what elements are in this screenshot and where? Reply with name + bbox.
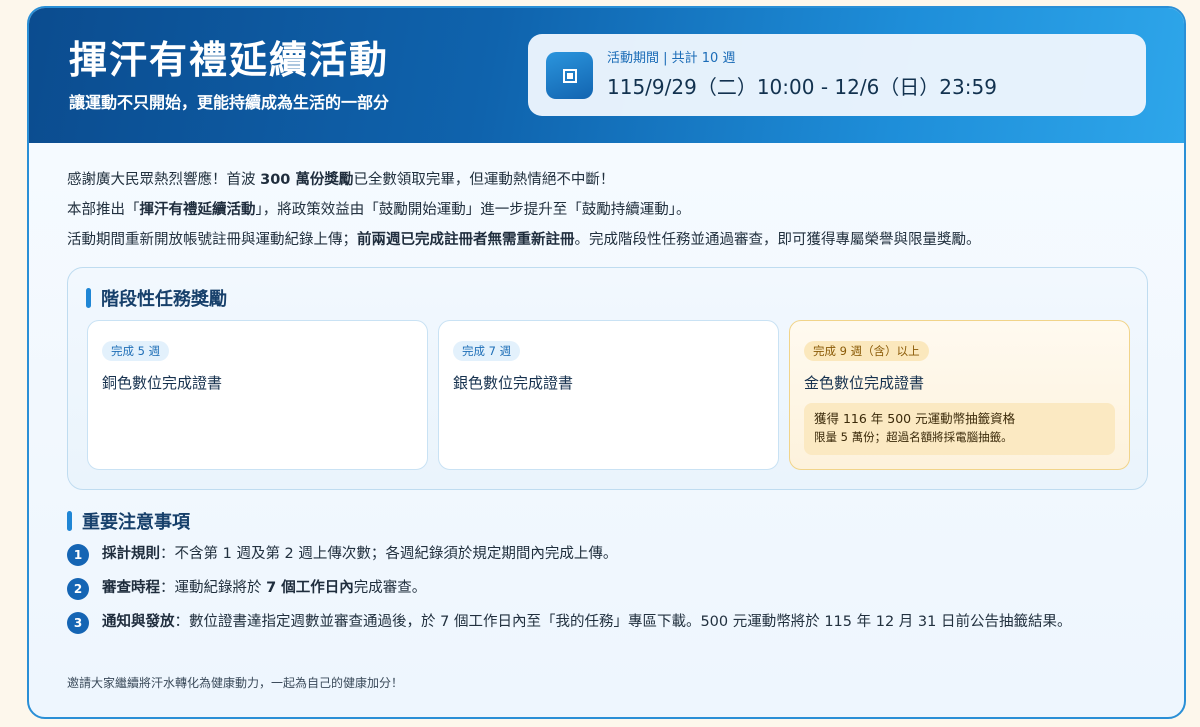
reward-name: 金色數位完成證書 bbox=[804, 374, 925, 392]
reward-card-gold: 完成 9 週（含）以上 金色數位完成證書 獲得 116 年 500 元運動幣抽籤… bbox=[789, 320, 1130, 470]
reward-card-bronze: 完成 5 週 銅色數位完成證書 bbox=[87, 320, 428, 470]
intro-line-3: 活動期間重新開放帳號註冊與運動紀錄上傳；前兩週已完成註冊者無需重新註冊。完成階段… bbox=[67, 232, 981, 248]
reward-name: 銀色數位完成證書 bbox=[453, 374, 574, 392]
square-icon bbox=[546, 52, 593, 99]
list-item: 2 審查時程：運動紀錄將於 7 個工作日內完成審查。 bbox=[67, 575, 1157, 602]
period-label: 活動期間 | 共計 10 週 bbox=[607, 51, 736, 66]
intro-line-1: 感謝廣大民眾熱烈響應！首波 300 萬份獎勵已全數領取完畢，但運動熱情絕不中斷！ bbox=[67, 172, 615, 188]
list-item: 3 通知與發放：數位證書達指定週數並審查通過後，於 7 個工作日內至「我的任務」… bbox=[67, 609, 1157, 636]
page-subtitle: 讓運動不只開始，更能持續成為生活的一部分 bbox=[69, 93, 390, 112]
reward-badge: 完成 5 週 bbox=[102, 341, 170, 361]
gold-reward-note: 獲得 116 年 500 元運動幣抽籤資格 限量 5 萬份；超過名額將採電腦抽籤… bbox=[804, 403, 1115, 455]
notice-list: 1 採計規則：不含第 1 週及第 2 週上傳次數；各週紀錄須於規定期間內完成上傳… bbox=[67, 541, 1157, 643]
event-period-box: 活動期間 | 共計 10 週 115/9/29（二）10:00 - 12/6（日… bbox=[528, 34, 1146, 116]
closing-message: 邀請大家繼續將汗水轉化為健康動力，一起為自己的健康加分！ bbox=[67, 676, 404, 690]
intro-text: 感謝廣大民眾熱烈響應！首波 300 萬份獎勵已全數領取完畢，但運動熱情絕不中斷！… bbox=[67, 165, 1167, 255]
number-badge: 2 bbox=[67, 578, 89, 600]
page-title: 揮汗有禮延續活動 bbox=[69, 38, 390, 82]
reward-badge: 完成 9 週（含）以上 bbox=[804, 341, 929, 361]
list-item: 1 採計規則：不含第 1 週及第 2 週上傳次數；各週紀錄須於規定期間內完成上傳… bbox=[67, 541, 1157, 568]
hero-banner: 揮汗有禮延續活動 讓運動不只開始，更能持續成為生活的一部分 活動期間 | 共計 … bbox=[29, 8, 1184, 143]
rewards-section-title: 階段性任務獎勵 bbox=[86, 285, 227, 311]
number-badge: 3 bbox=[67, 612, 89, 634]
event-card: 揮汗有禮延續活動 讓運動不只開始，更能持續成為生活的一部分 活動期間 | 共計 … bbox=[27, 6, 1186, 719]
staged-rewards-panel: 階段性任務獎勵 完成 5 週 銅色數位完成證書 完成 7 週 銀色數位完成證書 … bbox=[67, 267, 1148, 490]
section-marker bbox=[86, 288, 91, 308]
reward-name: 銅色數位完成證書 bbox=[102, 374, 223, 392]
reward-badge: 完成 7 週 bbox=[453, 341, 521, 361]
number-badge: 1 bbox=[67, 544, 89, 566]
reward-card-silver: 完成 7 週 銀色數位完成證書 bbox=[438, 320, 779, 470]
notice-section-title: 重要注意事項 bbox=[67, 508, 190, 534]
period-dates: 115/9/29（二）10:00 - 12/6（日）23:59 bbox=[607, 75, 997, 99]
section-marker bbox=[67, 511, 72, 531]
intro-line-2: 本部推出「揮汗有禮延續活動」，將政策效益由「鼓勵開始運動」進一步提升至「鼓勵持續… bbox=[67, 202, 691, 218]
